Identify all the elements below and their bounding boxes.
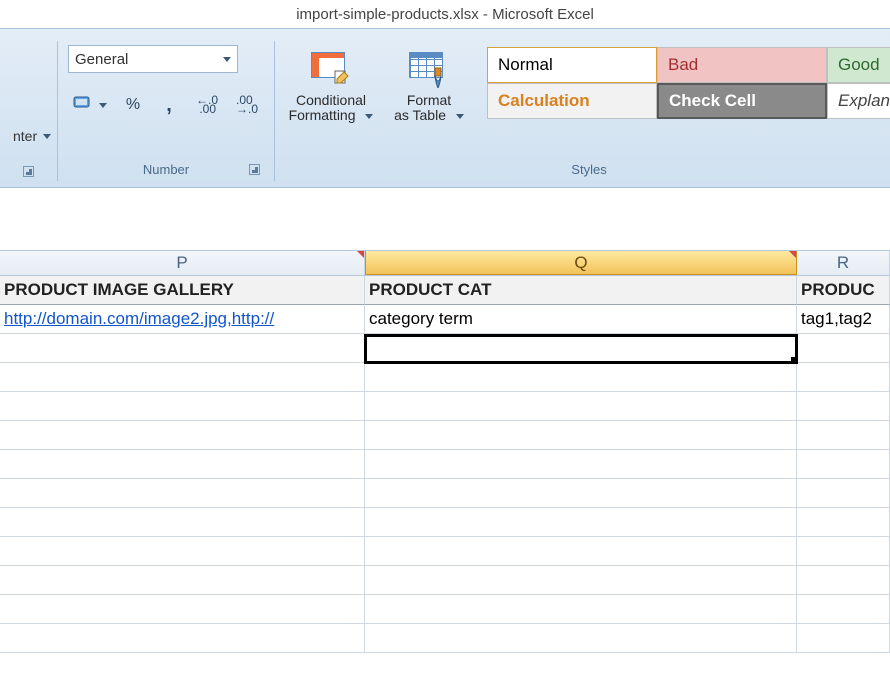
- column-header-q[interactable]: Q: [365, 251, 797, 275]
- data-cell[interactable]: [0, 537, 365, 566]
- table-row: [0, 363, 890, 392]
- conditional-formatting-icon: [311, 49, 351, 89]
- data-cell[interactable]: [797, 566, 890, 595]
- table-row: [0, 537, 890, 566]
- table-row: [0, 421, 890, 450]
- header-cell[interactable]: PRODUCT CAT: [365, 276, 797, 305]
- merge-center-button[interactable]: nter: [10, 122, 58, 150]
- number-format-value: General: [75, 51, 128, 68]
- table-row: [0, 334, 890, 363]
- data-cell[interactable]: [0, 450, 365, 479]
- data-cell[interactable]: [797, 537, 890, 566]
- dialog-launcher-icon[interactable]: [249, 164, 260, 175]
- data-cell[interactable]: [365, 334, 797, 363]
- conditional-formatting-button[interactable]: Conditional Formatting: [285, 45, 377, 127]
- cell-styles-gallery[interactable]: Normal Bad Good Calculation Check Cell E…: [487, 47, 890, 119]
- header-cell[interactable]: PRODUCT IMAGE GALLERY: [0, 276, 365, 305]
- data-cell[interactable]: [0, 479, 365, 508]
- decrease-decimal-button[interactable]: .00→.0: [230, 91, 264, 119]
- data-cell[interactable]: [0, 566, 365, 595]
- increase-decimal-icon: ←.0 .00: [196, 96, 218, 114]
- accounting-format-button[interactable]: [68, 91, 112, 119]
- format-as-table-icon: [409, 49, 449, 89]
- cell-style-check-cell[interactable]: Check Cell: [657, 83, 827, 119]
- table-row: [0, 450, 890, 479]
- number-group-label: Number: [143, 162, 189, 177]
- table-row: http://domain.com/image2.jpg,http:// cat…: [0, 305, 890, 334]
- data-cell[interactable]: http://domain.com/image2.jpg,http://: [0, 305, 365, 334]
- data-cell[interactable]: [365, 537, 797, 566]
- data-cell[interactable]: [365, 421, 797, 450]
- table-row: [0, 392, 890, 421]
- chevron-down-icon: [223, 57, 231, 62]
- data-cell[interactable]: category term: [365, 305, 797, 334]
- cell-style-good[interactable]: Good: [827, 47, 890, 83]
- window-title: import-simple-products.xlsx - Microsoft …: [0, 0, 890, 28]
- data-cell[interactable]: [0, 595, 365, 624]
- data-cell[interactable]: [0, 508, 365, 537]
- column-header-r[interactable]: R: [797, 251, 890, 275]
- data-cell[interactable]: [0, 392, 365, 421]
- decrease-decimal-icon: .00→.0: [236, 96, 258, 114]
- data-cell[interactable]: [365, 392, 797, 421]
- data-cell[interactable]: [365, 566, 797, 595]
- ribbon-group-alignment: nter: [0, 41, 58, 181]
- table-row: [0, 479, 890, 508]
- cell-style-normal[interactable]: Normal: [487, 47, 657, 83]
- column-header-row: P Q R: [0, 250, 890, 276]
- data-cell[interactable]: tag1,tag2: [797, 305, 890, 334]
- data-cell[interactable]: [797, 479, 890, 508]
- data-cell[interactable]: [365, 479, 797, 508]
- number-format-combo[interactable]: General: [68, 45, 238, 73]
- data-cell[interactable]: [365, 363, 797, 392]
- data-cell[interactable]: [797, 421, 890, 450]
- cell-style-bad[interactable]: Bad: [657, 47, 827, 83]
- table-row: [0, 566, 890, 595]
- table-row: PRODUCT IMAGE GALLERY PRODUCT CAT PRODUC: [0, 276, 890, 305]
- chevron-down-icon: [43, 134, 51, 139]
- percent-icon: %: [126, 96, 140, 114]
- chevron-down-icon: [365, 114, 373, 119]
- chevron-down-icon: [99, 103, 107, 108]
- alignment-group-label: [10, 162, 47, 177]
- cell-style-calculation[interactable]: Calculation: [487, 83, 657, 119]
- data-cell[interactable]: [365, 624, 797, 653]
- ribbon-group-number: General % , ←.0 .00: [58, 41, 275, 181]
- currency-icon: [73, 94, 93, 117]
- format-as-table-button[interactable]: Format as Table: [383, 45, 475, 127]
- data-cell[interactable]: [0, 363, 365, 392]
- ribbon-group-styles: Conditional Formatting Format as Table N…: [275, 41, 890, 181]
- table-row: [0, 595, 890, 624]
- merge-center-label: nter: [13, 128, 37, 144]
- comma-style-button[interactable]: ,: [154, 91, 184, 119]
- comma-icon: ,: [166, 94, 172, 117]
- styles-group-label: Styles: [285, 162, 890, 177]
- header-cell[interactable]: PRODUC: [797, 276, 890, 305]
- data-cell[interactable]: [797, 392, 890, 421]
- column-header-p[interactable]: P: [0, 251, 365, 275]
- data-cell[interactable]: [797, 508, 890, 537]
- data-cell[interactable]: [365, 508, 797, 537]
- increase-decimal-button[interactable]: ←.0 .00: [190, 91, 224, 119]
- data-cell[interactable]: [797, 450, 890, 479]
- percent-style-button[interactable]: %: [118, 91, 148, 119]
- data-cell[interactable]: [797, 624, 890, 653]
- table-row: [0, 508, 890, 537]
- data-cell[interactable]: [0, 421, 365, 450]
- cell-style-explanatory[interactable]: Explan: [827, 83, 890, 119]
- chevron-down-icon: [456, 114, 464, 119]
- data-cell[interactable]: [365, 450, 797, 479]
- table-row: [0, 624, 890, 653]
- worksheet-grid[interactable]: PRODUCT IMAGE GALLERY PRODUCT CAT PRODUC…: [0, 276, 890, 653]
- data-cell[interactable]: [0, 624, 365, 653]
- data-cell[interactable]: [797, 334, 890, 363]
- format-as-table-label: Format as Table: [394, 93, 464, 123]
- data-cell[interactable]: [365, 595, 797, 624]
- data-cell[interactable]: [0, 334, 365, 363]
- conditional-formatting-label: Conditional Formatting: [289, 93, 374, 123]
- ribbon: nter General %: [0, 28, 890, 188]
- data-cell[interactable]: [797, 363, 890, 392]
- data-cell[interactable]: [797, 595, 890, 624]
- dialog-launcher-icon[interactable]: [23, 166, 34, 177]
